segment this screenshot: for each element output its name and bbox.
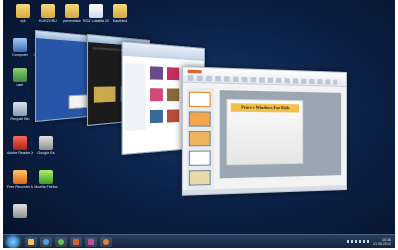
slide-thumbnail[interactable]	[189, 150, 211, 166]
product-thumbnail[interactable]	[167, 67, 179, 80]
slides-pane[interactable]	[187, 87, 215, 190]
desktop-icon-roz-lokalita[interactable]: ROZ Lokalita 2012	[83, 4, 109, 23]
product-thumbnail[interactable]	[167, 109, 179, 122]
desktop-icon-free-recorder[interactable]: Free Recorder MP3/CD	[7, 170, 33, 189]
media-player-icon	[43, 239, 49, 245]
taskbar: 10:45 21.06.2012	[3, 234, 395, 248]
taskbar-chrome[interactable]	[55, 237, 67, 247]
current-slide[interactable]: Práce s Windows For Kids	[226, 99, 303, 165]
recorder-icon	[13, 170, 27, 184]
slide-thumbnail[interactable]	[189, 92, 211, 108]
desktop-icon-vyk[interactable]: vyk	[10, 4, 36, 23]
window-powerpoint[interactable]: Práce s Windows For Kids	[182, 66, 347, 196]
slide-canvas[interactable]: Práce s Windows For Kids	[220, 90, 341, 178]
adobe-reader-icon	[13, 136, 27, 150]
user-folder-icon	[13, 68, 27, 82]
firefox-icon	[39, 170, 53, 184]
desktop-icon-prezentace[interactable]: prezentace	[59, 4, 85, 23]
product-thumbnail[interactable]	[150, 88, 163, 101]
desktop-icon-kurzoru[interactable]: KURZORU	[35, 4, 61, 23]
explorer-icon	[28, 239, 34, 245]
desktop-icon-firefox[interactable]: Mozilla Firefox	[33, 170, 59, 189]
product-thumbnail[interactable]	[150, 66, 163, 80]
clock-date: 21.06.2012	[373, 242, 391, 246]
browser-header	[123, 42, 204, 61]
ribbon-file-tab[interactable]	[188, 70, 202, 74]
product-thumbnail[interactable]	[150, 110, 163, 123]
ribbon[interactable]	[183, 67, 346, 87]
folder-icon	[16, 4, 30, 18]
recycle-bin-icon	[13, 102, 27, 116]
taskbar-firefox[interactable]	[100, 237, 112, 247]
document-icon	[89, 4, 103, 18]
firefox-icon	[103, 239, 109, 245]
folder-icon	[113, 4, 127, 18]
chrome-icon	[58, 239, 64, 245]
start-button[interactable]	[7, 236, 19, 248]
taskbar-explorer[interactable]	[25, 237, 37, 247]
desktop-icon-user[interactable]: user	[7, 68, 33, 87]
image-tile	[94, 86, 116, 102]
powerpoint-icon	[73, 239, 79, 245]
taskbar-paint[interactable]	[85, 237, 97, 247]
globe-icon	[39, 136, 53, 150]
taskbar-powerpoint[interactable]	[70, 237, 82, 247]
computer-icon	[13, 38, 27, 52]
taskbar-media-player[interactable]	[40, 237, 52, 247]
app-icon	[13, 204, 27, 218]
desktop-icon-app[interactable]	[7, 204, 33, 219]
slide-thumbnail[interactable]	[189, 170, 211, 186]
slide-title[interactable]: Práce s Windows For Kids	[231, 103, 299, 112]
shop-sidebar	[125, 63, 146, 131]
system-tray-icons[interactable]	[347, 240, 369, 243]
folder-icon	[41, 4, 55, 18]
desktop-icon-google-earth[interactable]: Google Ea	[33, 136, 59, 155]
slide-thumbnail[interactable]	[189, 131, 211, 146]
clock[interactable]: 10:45 21.06.2012	[373, 238, 391, 246]
ribbon-tools[interactable]	[188, 75, 338, 85]
product-thumbnail[interactable]	[167, 88, 179, 101]
desktop-icon-kaufland[interactable]: Kaufland	[107, 4, 133, 23]
desktop[interactable]: vyk KURZORU prezentace ROZ Lokalita 2012…	[3, 0, 395, 248]
desktop-icon-recycle-bin[interactable]: Recycle Bin	[7, 102, 33, 121]
slide-thumbnail[interactable]	[189, 111, 211, 126]
folder-icon	[65, 4, 79, 18]
desktop-icon-adobe-reader[interactable]: Adobe Reader X	[7, 136, 33, 155]
photo-bezel: vyk KURZORU prezentace ROZ Lokalita 2012…	[0, 0, 398, 250]
desktop-icon-computer[interactable]: Computer	[7, 38, 33, 57]
paint-icon	[88, 239, 94, 245]
